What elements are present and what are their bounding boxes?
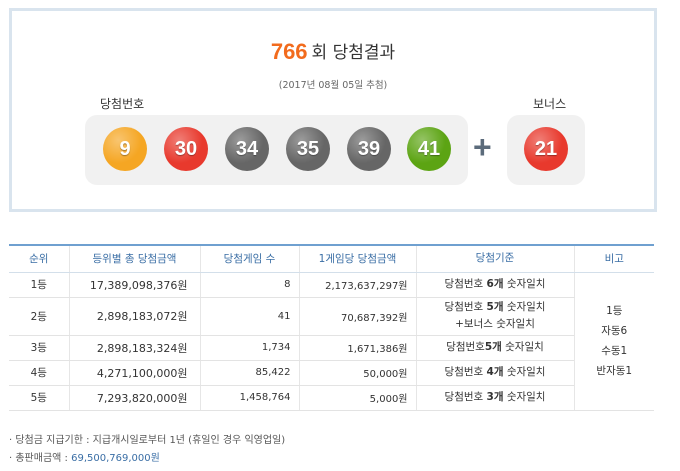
per-game-cell: 1,671,386원 [298, 335, 416, 361]
table-header-row: 순위 등위별 총 당첨금액 당첨게임 수 1게임당 당첨금액 당첨기준 비고 [9, 244, 654, 273]
table-row: 3등 2,898,183,324원 1,734 1,671,386원 당첨번호5… [9, 335, 654, 361]
prize-table: 순위 등위별 총 당첨금액 당첨게임 수 1게임당 당첨금액 당첨기준 비고 1… [9, 244, 654, 411]
bonus-ball: 21 [524, 127, 568, 171]
rank-cell: 4등 [9, 360, 69, 386]
draw-date: (2017년 08월 05일 추첨) [278, 80, 388, 91]
bonus-number-panel: 21 [507, 115, 585, 185]
criteria-count: 4개 [486, 366, 504, 378]
number-ball: 41 [407, 127, 451, 171]
col-per-game-prize: 1게임당 당첨금액 [298, 244, 416, 273]
rank-cell: 2등 [9, 297, 69, 336]
number-ball: 34 [225, 127, 269, 171]
criteria-count: 3개 [486, 391, 504, 403]
total-prize-cell: 7,293,820,000원 [68, 385, 200, 411]
games-cell: 41 [199, 297, 299, 336]
total-sales-note: · 총판매금액 : 69,500,769,000원 [9, 450, 285, 468]
rank-cell: 1등 [9, 272, 69, 298]
games-cell: 1,458,764 [199, 385, 299, 411]
col-total-prize: 등위별 총 당첨금액 [68, 244, 200, 273]
notes-cell: 1등 자동6 수동1 반자동1 [573, 272, 654, 411]
winning-numbers-label: 당첨번호 [100, 97, 145, 111]
note-line: 1등 [606, 305, 623, 317]
games-cell: 8 [199, 272, 299, 298]
footnotes: · 당첨금 지급기한 : 지급개시일로부터 1년 (휴일인 경우 익영업일) ·… [9, 432, 285, 468]
criteria-text: 숫자일치 [503, 301, 546, 313]
plus-icon: + [473, 129, 492, 165]
criteria-text: 숫자일치 [503, 391, 546, 403]
per-game-cell: 5,000원 [298, 385, 416, 411]
rank-cell: 5등 [9, 385, 69, 411]
per-game-cell: 2,173,637,297원 [298, 272, 416, 298]
note-line: 자동6 [601, 325, 628, 337]
col-winning-games: 당첨게임 수 [199, 244, 299, 273]
per-game-cell: 50,000원 [298, 360, 416, 386]
draw-title: 766 회 당첨결과 [12, 38, 654, 65]
criteria-cell: 당첨번호 3개 숫자일치 [415, 385, 574, 411]
criteria-text: 당첨번호 [444, 278, 487, 290]
total-sales-label: · 총판매금액 : [9, 453, 72, 464]
table-row: 5등 7,293,820,000원 1,458,764 5,000원 당첨번호 … [9, 385, 654, 411]
criteria-cell: 당첨번호 6개 숫자일치 [415, 272, 574, 298]
total-prize-cell: 2,898,183,072원 [68, 297, 200, 336]
number-ball: 30 [164, 127, 208, 171]
total-prize-cell: 2,898,183,324원 [68, 335, 200, 361]
col-rank: 순위 [9, 244, 69, 273]
criteria-cell: 당첨번호 4개 숫자일치 [415, 360, 574, 386]
col-criteria: 당첨기준 [415, 244, 574, 273]
criteria-text: 숫자일치 [503, 366, 546, 378]
bonus-number-label: 보너스 [533, 97, 567, 111]
total-prize-cell: 17,389,098,376원 [68, 272, 200, 298]
winning-numbers-panel: 9 30 34 35 39 41 [85, 115, 468, 185]
table-row: 4등 4,271,100,000원 85,422 50,000원 당첨번호 4개… [9, 360, 654, 386]
number-ball: 39 [347, 127, 391, 171]
round-number: 766 [270, 39, 308, 64]
number-ball: 35 [286, 127, 330, 171]
draw-result-panel: 766 회 당첨결과 (2017년 08월 05일 추첨) 당첨번호 보너스 9 … [9, 8, 657, 212]
per-game-cell: 70,687,392원 [298, 297, 416, 336]
round-suffix: 회 당첨결과 [311, 43, 396, 63]
criteria-count: 6개 [486, 278, 504, 290]
table-row: 1등 17,389,098,376원 8 2,173,637,297원 당첨번호… [9, 272, 654, 411]
criteria-text: 숫자일치 [503, 278, 546, 290]
criteria-text: 당첨번호 [446, 341, 485, 353]
note-line: 반자동1 [596, 365, 633, 377]
note-line: 수동1 [601, 345, 628, 357]
games-cell: 85,422 [199, 360, 299, 386]
criteria-bonus-text: +보너스 숫자일치 [455, 318, 535, 330]
payout-deadline-note: · 당첨금 지급기한 : 지급개시일로부터 1년 (휴일인 경우 익영업일) [9, 435, 286, 446]
criteria-text: 당첨번호 [444, 366, 487, 378]
games-cell: 1,734 [199, 335, 299, 361]
total-sales-value: 69,500,769,000원 [71, 453, 160, 464]
number-ball: 9 [103, 127, 147, 171]
criteria-count: 5개 [484, 341, 502, 353]
criteria-text: 당첨번호 [444, 391, 487, 403]
criteria-cell: 당첨번호5개 숫자일치 [415, 335, 574, 361]
criteria-text: 당첨번호 [444, 301, 487, 313]
rank-cell: 3등 [9, 335, 69, 361]
table-row: 2등 2,898,183,072원 41 70,687,392원 당첨번호 5개… [9, 297, 654, 336]
criteria-cell: 당첨번호 5개 숫자일치 +보너스 숫자일치 [415, 297, 574, 336]
col-notes: 비고 [573, 244, 654, 273]
total-prize-cell: 4,271,100,000원 [68, 360, 200, 386]
criteria-text: 숫자일치 [501, 341, 544, 353]
criteria-count: 5개 [486, 301, 504, 313]
